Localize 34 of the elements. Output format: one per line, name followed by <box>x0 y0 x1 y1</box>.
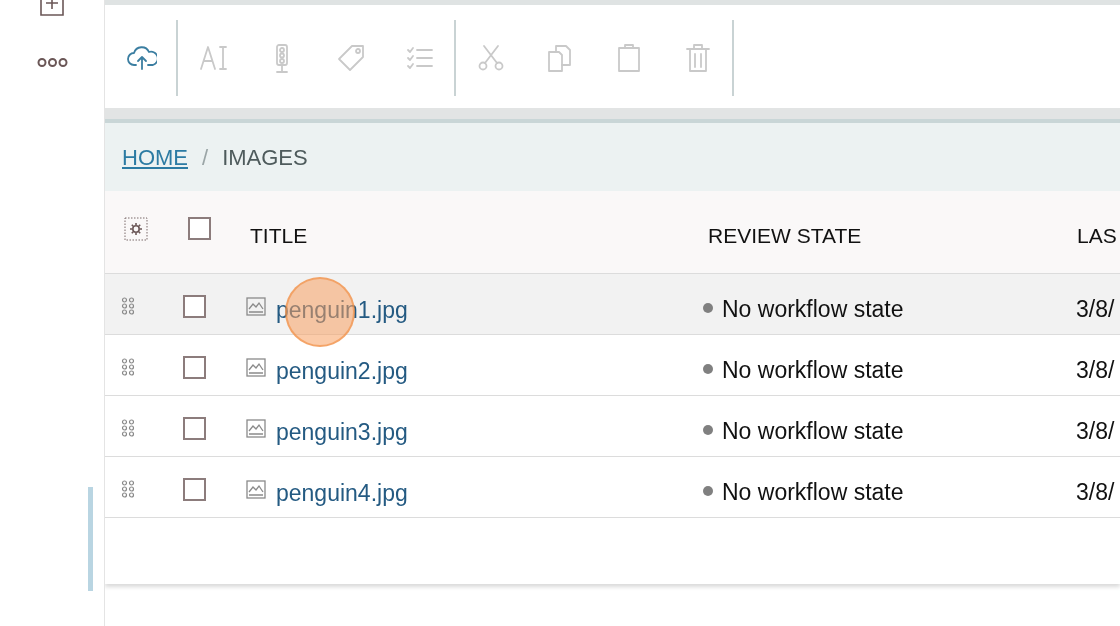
checkbox[interactable] <box>183 356 206 379</box>
modified-date: 3/8/ <box>1076 295 1115 324</box>
column-header[interactable]: LAS <box>1077 220 1117 252</box>
cloud-upload-icon[interactable] <box>126 43 157 73</box>
image-icon <box>246 358 266 377</box>
breadcrumb-current: IMAGES <box>222 143 308 172</box>
file-link[interactable]: penguin2.jpg <box>276 354 408 389</box>
review-state: No workflow state <box>722 478 904 507</box>
modified-date: 3/8/ <box>1076 417 1115 446</box>
image-icon <box>246 297 266 316</box>
review-state: No workflow state <box>722 417 904 446</box>
checkbox[interactable] <box>183 478 206 501</box>
file-link[interactable]: penguin4.jpg <box>276 476 408 511</box>
file-link[interactable]: penguin3.jpg <box>276 415 408 450</box>
settings-icon[interactable] <box>124 217 148 241</box>
modified-date: 3/8/ <box>1076 356 1115 385</box>
drag-handle-icon[interactable] <box>121 358 135 376</box>
more-icon[interactable] <box>37 57 68 68</box>
add-icon[interactable] <box>40 0 64 16</box>
checkbox[interactable] <box>188 217 211 240</box>
drag-handle-icon[interactable] <box>121 297 135 315</box>
column-header[interactable]: REVIEW STATE <box>708 220 862 252</box>
checkbox[interactable] <box>183 417 206 440</box>
review-state: No workflow state <box>722 356 904 385</box>
breadcrumb-link[interactable]: HOME <box>122 140 188 174</box>
modified-date: 3/8/ <box>1076 478 1115 507</box>
image-icon <box>246 419 266 438</box>
drag-handle-icon[interactable] <box>121 480 135 498</box>
column-header[interactable]: TITLE <box>250 220 308 252</box>
image-icon <box>246 480 266 499</box>
review-state: No workflow state <box>722 295 904 324</box>
breadcrumb-separator: / <box>202 143 209 172</box>
checkbox[interactable] <box>183 295 206 318</box>
drag-handle-icon[interactable] <box>121 419 135 437</box>
